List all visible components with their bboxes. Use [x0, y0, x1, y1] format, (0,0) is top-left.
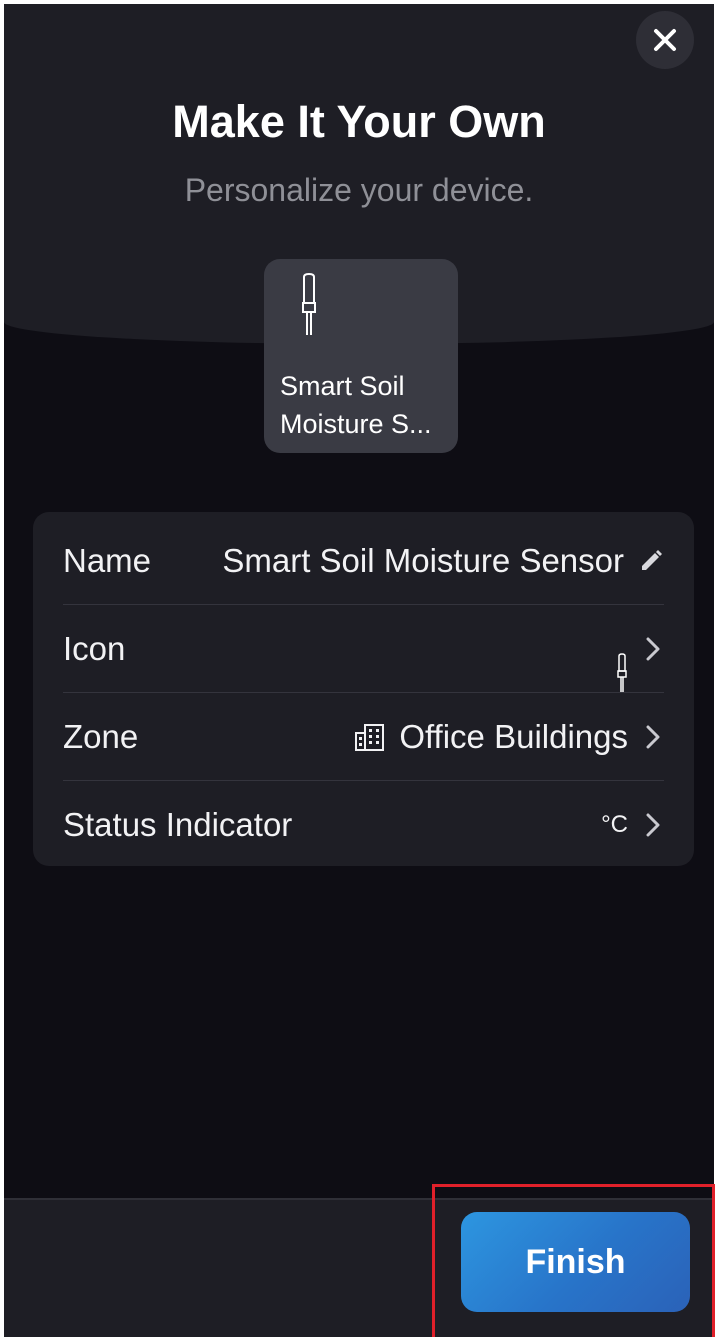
status-indicator-value-group: °C: [601, 811, 664, 839]
soil-probe-icon: [302, 273, 316, 335]
zone-value-group: Office Buildings: [355, 718, 664, 756]
status-indicator-label: Status Indicator: [63, 806, 293, 843]
icon-label: Icon: [63, 630, 126, 667]
name-row[interactable]: Name Smart Soil Moisture Sensor: [63, 517, 664, 605]
building-icon: [355, 724, 385, 751]
icon-value-group: [616, 605, 664, 693]
name-value-group: Smart Soil Moisture Sensor: [222, 542, 664, 580]
icon-row[interactable]: Icon: [63, 605, 664, 693]
name-label: Name: [63, 542, 152, 579]
zone-value: Office Buildings: [399, 718, 628, 755]
device-preview-card: Smart Soil Moisture S...: [264, 259, 458, 453]
page-title: Make It Your Own: [172, 96, 546, 147]
app-screen: Make It Your Own Personalize your device…: [4, 4, 714, 1337]
close-icon: [654, 29, 676, 51]
chevron-right-icon: [642, 637, 664, 661]
page-subtitle: Personalize your device.: [184, 172, 534, 208]
soil-probe-icon: [617, 653, 627, 692]
settings-list: Name Smart Soil Moisture Sensor Icon Zon…: [33, 512, 694, 866]
pencil-icon[interactable]: [638, 548, 664, 574]
close-button[interactable]: [636, 11, 694, 69]
chevron-right-icon: [642, 813, 664, 837]
highlight-box: [432, 1184, 715, 1337]
zone-row[interactable]: Zone Office Buildings: [63, 693, 664, 781]
status-indicator-row[interactable]: Status Indicator °C: [63, 781, 664, 866]
device-card-name: Smart Soil Moisture S...: [280, 371, 432, 439]
zone-label: Zone: [63, 718, 139, 755]
name-value: Smart Soil Moisture Sensor: [222, 542, 624, 579]
status-indicator-value: °C: [601, 811, 628, 838]
chevron-right-icon: [642, 725, 664, 749]
